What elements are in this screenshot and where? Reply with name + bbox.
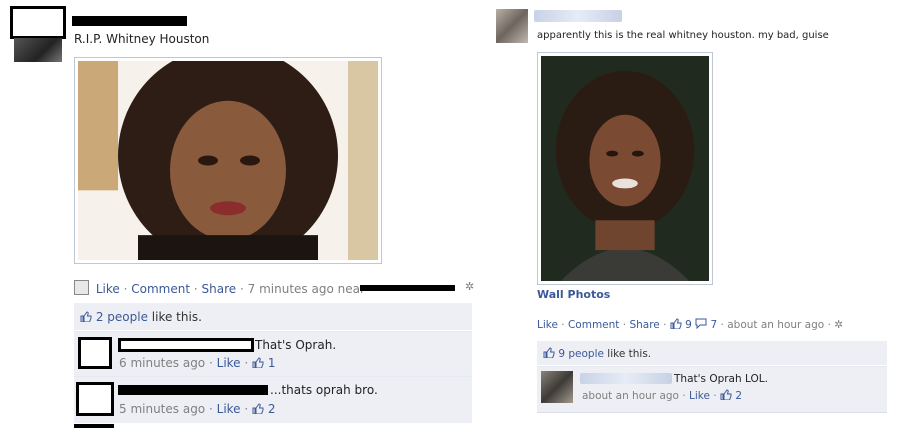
right-comment-link[interactable]: Comment (568, 319, 619, 331)
commenter-name-blurred[interactable] (580, 373, 672, 384)
comment-like-link[interactable]: Like (217, 356, 241, 370)
left-likers-link[interactable]: 2 people (96, 310, 148, 324)
left-post-action-bar: Like · Comment · Share · 7 minutes ago n… (74, 280, 365, 296)
comment-timestamp[interactable]: 6 minutes ago (119, 356, 205, 370)
left-post-caption: R.I.P. Whitney Houston (74, 32, 210, 46)
right-post-photo[interactable] (537, 52, 713, 285)
speech-bubble-icon (695, 318, 707, 329)
comment-like-count[interactable]: 2 (735, 390, 742, 402)
right-likers-link[interactable]: 9 people (558, 348, 604, 360)
thumbs-up-icon (670, 318, 682, 329)
separator-dot: · (193, 282, 198, 296)
thumbs-up-icon (80, 311, 92, 322)
likes-suffix: like this. (607, 348, 652, 360)
thumbs-up-icon (543, 347, 555, 358)
right-likes-row: 9 people like this. (543, 347, 651, 360)
likes-suffix: like this. (151, 310, 202, 324)
mobile-upload-icon (74, 280, 89, 295)
commenter-name-redacted[interactable] (118, 338, 254, 352)
comment-timestamp[interactable]: 5 minutes ago (119, 402, 205, 416)
comment-meta: 5 minutes ago · Like · 2 (119, 402, 276, 416)
oprah-photo-right (541, 56, 709, 281)
left-poster-avatar[interactable] (10, 6, 66, 39)
right-comment-count[interactable]: 7 (711, 319, 718, 331)
right-post-timestamp[interactable]: about an hour ago (727, 319, 824, 331)
privacy-globe-icon[interactable]: ✲ (834, 319, 843, 331)
wall-photos-link[interactable]: Wall Photos (537, 288, 610, 301)
commenter-avatar[interactable] (541, 371, 573, 403)
thumbs-up-icon (720, 389, 732, 400)
comment-text: ...thats oprah bro. (270, 383, 378, 397)
privacy-globe-icon[interactable]: ✲ (465, 280, 474, 293)
right-post-caption: apparently this is the real whitney hous… (537, 30, 829, 41)
comment-text: That's Oprah. (255, 338, 337, 352)
left-likes-row: 2 people like this. (80, 310, 202, 324)
left-share-link[interactable]: Share (202, 282, 237, 296)
right-like-link[interactable]: Like (537, 319, 558, 331)
left-post-photo[interactable] (74, 46, 382, 265)
right-like-count[interactable]: 9 (685, 319, 692, 331)
oprah-photo-left (78, 46, 378, 265)
left-poster-name-redacted[interactable] (72, 16, 187, 26)
comment-like-link[interactable]: Like (689, 390, 710, 402)
right-poster-name-blurred[interactable] (534, 10, 622, 22)
right-post-action-bar: Like · Comment · Share · 9 7 · about an … (537, 318, 844, 331)
thumbs-up-icon (252, 403, 264, 414)
separator-dot: · (240, 282, 244, 296)
right-share-link[interactable]: Share (629, 319, 659, 331)
comment-meta: 6 minutes ago · Like · 1 (119, 356, 276, 370)
thumbs-up-icon (252, 357, 264, 368)
left-like-link[interactable]: Like (96, 282, 120, 296)
left-post-timestamp[interactable]: 7 minutes ago near (248, 282, 365, 296)
separator-dot: · (123, 282, 128, 296)
commenter-name-redacted[interactable] (118, 385, 268, 395)
comment-meta: about an hour ago · Like · 2 (582, 389, 743, 402)
comment-timestamp[interactable]: about an hour ago (582, 390, 679, 402)
next-comment-edge (74, 424, 114, 428)
comment-like-link[interactable]: Like (217, 402, 241, 416)
left-location-redacted (360, 285, 455, 291)
comment-text: That's Oprah LOL. (674, 373, 768, 385)
left-poster-avatar-photo (14, 38, 62, 62)
right-poster-avatar[interactable] (496, 9, 528, 43)
left-comment-link[interactable]: Comment (131, 282, 190, 296)
comment-like-count[interactable]: 1 (268, 356, 276, 370)
commenter-avatar[interactable] (78, 337, 112, 369)
comment-like-count[interactable]: 2 (268, 402, 276, 416)
commenter-avatar[interactable] (76, 382, 114, 416)
